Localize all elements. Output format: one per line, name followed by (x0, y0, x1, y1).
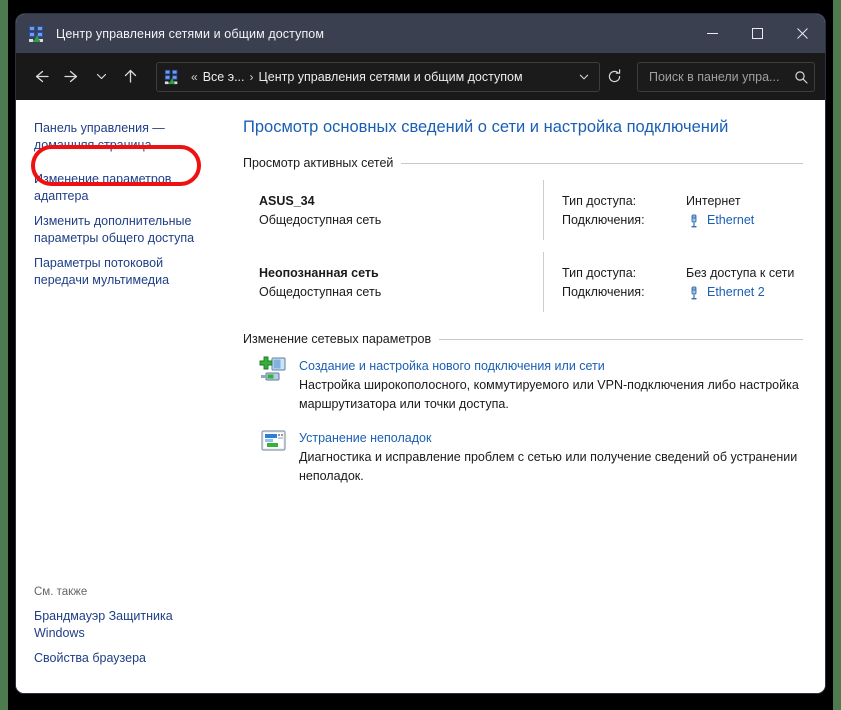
sidebar-item-internet-options[interactable]: Свойства браузера (16, 646, 212, 671)
address-bar[interactable]: « Все э... › Центр управления сетями и о… (156, 61, 600, 92)
window-titlebar: Центр управления сетями и общим доступом (16, 14, 825, 53)
connections-label: Подключения: (562, 285, 645, 299)
network-sharing-center-window: Центр управления сетями и общим доступом (16, 14, 825, 693)
chevron-down-icon[interactable] (88, 61, 114, 93)
active-network-row: Неопознанная сеть Общедоступная сеть Тип… (243, 250, 803, 314)
see-also-label: См. также (34, 586, 88, 598)
search-box[interactable] (637, 61, 815, 92)
main-content: Просмотр основных сведений о сети и наст… (229, 100, 825, 693)
task-link-troubleshoot[interactable]: Устранение неполадок (299, 428, 431, 448)
chevron-down-icon[interactable] (573, 64, 595, 90)
close-icon[interactable] (780, 14, 825, 53)
network-sharing-center-icon (164, 69, 180, 85)
access-type-label: Тип доступа: (562, 266, 637, 280)
screenshot-root: Центр управления сетями и общим доступом (0, 0, 841, 710)
connections-row: Подключения: Ethernet (562, 211, 803, 230)
connections-label: Подключения: (562, 213, 645, 227)
ethernet-plug-icon (686, 285, 702, 301)
breadcrumb-separator[interactable]: › (245, 70, 259, 84)
sidebar-item-adapter-settings[interactable]: Изменение параметров адаптера (16, 167, 212, 209)
network-profile: Общедоступная сеть (259, 285, 382, 299)
task-troubleshoot: Устранение неполадок Диагностика и испра… (243, 428, 803, 486)
window-controls (690, 14, 825, 53)
access-type-label: Тип доступа: (562, 194, 637, 208)
new-connection-icon (243, 356, 291, 414)
access-type-row: Тип доступа: Без доступа к сети (562, 264, 803, 283)
task-new-connection: Создание и настройка нового подключения … (243, 356, 803, 414)
connections-row: Подключения: Ethernet 2 (562, 283, 803, 302)
task-body: Создание и настройка нового подключения … (291, 356, 803, 414)
section-title: Изменение сетевых параметров (243, 332, 432, 346)
sidebar-item-control-panel-home[interactable]: Панель управления — домашняя страница (16, 116, 212, 158)
network-name: Неопознанная сеть (259, 266, 379, 280)
sidebar-item-media-streaming-options[interactable]: Параметры потоковой передачи мультимедиа (16, 251, 212, 293)
network-name: ASUS_34 (259, 194, 315, 208)
ethernet-plug-icon (686, 213, 702, 229)
forward-arrow-icon[interactable] (56, 61, 88, 93)
breadcrumb-item-all[interactable]: Все э... (203, 70, 245, 84)
network-details: Тип доступа: Без доступа к сети Подключе… (544, 250, 803, 314)
minimize-icon[interactable] (690, 14, 735, 53)
back-arrow-icon[interactable] (24, 61, 56, 93)
edge-accent-right (833, 0, 841, 710)
sidebar: Панель управления — домашняя страница Из… (16, 100, 229, 693)
edge-accent-left (0, 0, 8, 710)
sidebar-item-advanced-sharing-settings[interactable]: Изменить дополнительные параметры общего… (16, 209, 212, 251)
network-identity: Неопознанная сеть Общедоступная сеть (243, 250, 543, 314)
access-type-value: Без доступа к сети (686, 266, 795, 280)
task-description: Диагностика и исправление проблем с сеть… (299, 450, 798, 483)
task-description: Настройка широкополосного, коммутируемог… (299, 378, 799, 411)
connection-link-ethernet-2[interactable]: Ethernet 2 (707, 283, 765, 302)
up-arrow-icon[interactable] (114, 61, 146, 93)
navigation-toolbar: « Все э... › Центр управления сетями и о… (16, 53, 825, 100)
troubleshoot-icon (243, 428, 291, 486)
access-type-value: Интернет (686, 194, 741, 208)
task-body: Устранение неполадок Диагностика и испра… (291, 428, 803, 486)
access-type-row: Тип доступа: Интернет (562, 192, 803, 211)
section-header-change-settings: Изменение сетевых параметров (243, 332, 803, 346)
section-rule (439, 338, 803, 340)
sidebar-item-windows-defender-firewall[interactable]: Брандмауэр Защитника Windows (16, 604, 212, 646)
refresh-icon[interactable] (600, 64, 628, 90)
active-network-row: ASUS_34 Общедоступная сеть Тип доступа: … (243, 178, 803, 242)
network-profile: Общедоступная сеть (259, 213, 382, 227)
window-body: Панель управления — домашняя страница Из… (16, 100, 825, 693)
section-rule (401, 162, 803, 164)
search-input[interactable] (647, 68, 794, 85)
breadcrumb-overflow[interactable]: « (186, 70, 203, 84)
section-header-active-networks: Просмотр активных сетей (243, 156, 803, 170)
network-sharing-center-icon (28, 25, 46, 43)
network-identity: ASUS_34 Общедоступная сеть (243, 178, 543, 242)
see-also-section: См. также Брандмауэр Защитника Windows С… (16, 586, 229, 671)
section-title: Просмотр активных сетей (243, 156, 394, 170)
page-title: Просмотр основных сведений о сети и наст… (243, 118, 729, 136)
maximize-icon[interactable] (735, 14, 780, 53)
search-icon[interactable] (794, 70, 808, 84)
network-details: Тип доступа: Интернет Подключения: Ether… (544, 178, 803, 242)
window-title: Центр управления сетями и общим доступом (56, 26, 325, 41)
task-link-new-connection[interactable]: Создание и настройка нового подключения … (299, 356, 605, 376)
breadcrumb-item-current[interactable]: Центр управления сетями и общим доступом (259, 70, 523, 84)
connection-link-ethernet[interactable]: Ethernet (707, 211, 754, 230)
